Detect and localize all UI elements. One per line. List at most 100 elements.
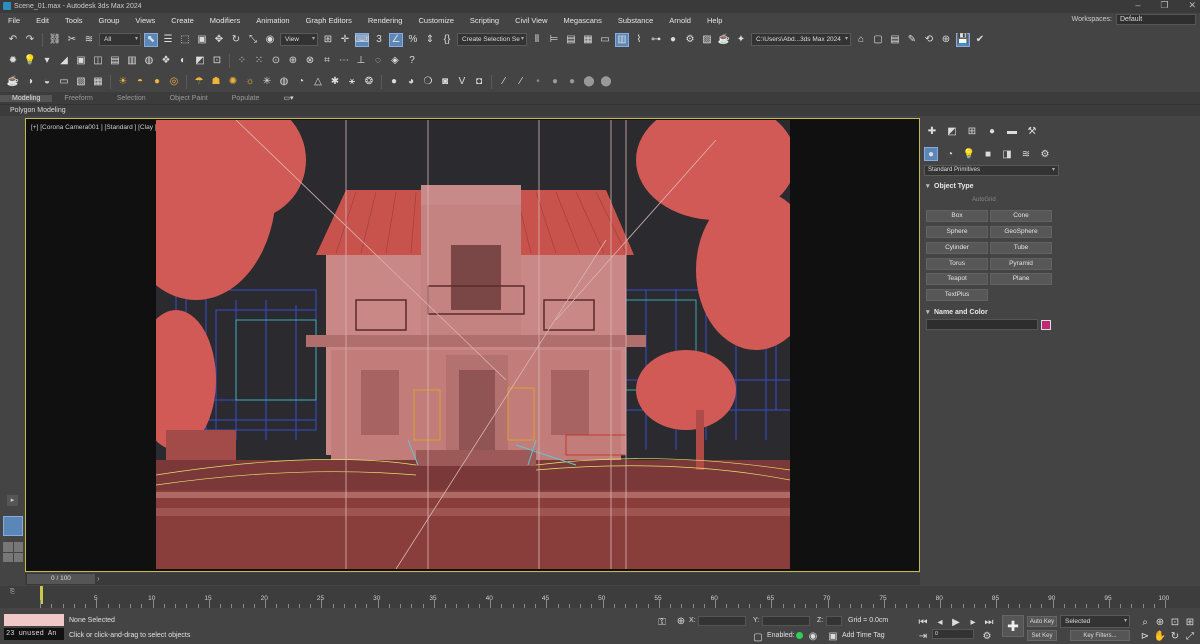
motion-tab-icon[interactable]: ● <box>985 124 999 138</box>
corona-slicer-icon[interactable]: ◔ <box>294 75 308 89</box>
render-iterative-icon[interactable]: ✦ <box>734 33 748 47</box>
maximize-icon[interactable]: ❐ <box>1160 0 1168 11</box>
menu-tools[interactable]: Tools <box>57 16 91 25</box>
redo-icon[interactable]: ↷ <box>23 33 37 47</box>
layer-icon[interactable]: ▤ <box>108 54 122 68</box>
plane-button[interactable]: Plane <box>990 273 1052 285</box>
go-to-end-icon[interactable]: ⏭ <box>982 615 996 629</box>
vray-icon[interactable]: V <box>455 75 469 89</box>
pyramid-button[interactable]: Pyramid <box>990 258 1052 270</box>
tab-modeling[interactable]: Modeling <box>0 94 53 102</box>
corona-light-icon[interactable]: ● <box>150 75 164 89</box>
next-frame-icon[interactable]: ▸ <box>966 615 980 629</box>
time-slider[interactable]: 0 / 100 <box>27 574 95 584</box>
maxscript-listener-input[interactable] <box>4 614 64 626</box>
select-scale-icon[interactable]: ⤡ <box>246 33 260 47</box>
render-elements-icon[interactable]: ▧ <box>74 75 88 89</box>
material-editor-icon[interactable]: ● <box>666 33 680 47</box>
tab-populate[interactable]: Populate <box>220 95 272 102</box>
create-tab-icon[interactable]: ✚ <box>925 124 939 138</box>
time-tag-icon[interactable]: ◉ <box>806 629 820 643</box>
link-icon[interactable]: ⛓ <box>48 33 62 47</box>
cameras-icon[interactable]: ■ <box>981 147 995 161</box>
viewport-layout-quad-icon[interactable] <box>3 542 23 562</box>
project-folder-icon[interactable]: ⌂ <box>854 33 868 47</box>
directional-light-icon[interactable]: ◢ <box>57 54 71 68</box>
align-icon[interactable]: ⊨ <box>547 33 561 47</box>
dot-xxlarge-icon[interactable]: ⬤ <box>599 75 613 89</box>
menu-scripting[interactable]: Scripting <box>462 16 507 25</box>
check-icon[interactable]: ✔ <box>973 33 987 47</box>
orbit-icon[interactable]: ↻ <box>1168 629 1182 643</box>
shapes-icon[interactable]: ◔ <box>943 147 957 161</box>
menu-group[interactable]: Group <box>91 16 128 25</box>
keyboard-shortcut-override-icon[interactable]: ⌨ <box>355 32 369 47</box>
rectangular-selection-icon[interactable]: ⬚ <box>178 33 192 47</box>
object-name-field[interactable] <box>926 319 1038 330</box>
lights-icon[interactable]: 💡 <box>962 147 976 161</box>
add-time-tag[interactable]: Add Time Tag <box>842 632 885 639</box>
trackbar-open-icon[interactable]: ⎘ <box>10 589 15 596</box>
current-frame-field[interactable]: 0 <box>932 629 974 639</box>
snap-endpoint-icon[interactable]: ◈ <box>388 54 402 68</box>
polygon-modeling-label[interactable]: Polygon Modeling <box>0 107 66 114</box>
sphere-button[interactable]: Sphere <box>926 226 988 238</box>
menu-edit[interactable]: Edit <box>28 16 57 25</box>
category-dropdown[interactable]: Standard Primitives <box>924 165 1059 176</box>
sphere-dark-icon[interactable]: ◕ <box>404 75 418 89</box>
play-icon[interactable]: ▶ <box>949 615 963 629</box>
edit-named-selection-icon[interactable]: {} <box>440 33 454 47</box>
dot-large-icon[interactable]: ● <box>565 75 579 89</box>
selection-filter-dropdown[interactable]: All <box>99 33 141 46</box>
select-manipulate-icon[interactable]: ✛ <box>338 33 352 47</box>
viewport-label[interactable]: [+] [Corona Camera001 ] [Standard ] [Cla… <box>31 124 157 131</box>
save-scene-icon[interactable]: 💾 <box>956 32 970 47</box>
tab-selection[interactable]: Selection <box>105 95 158 102</box>
close-icon[interactable]: ✕ <box>1188 0 1196 11</box>
undo-icon[interactable]: ↶ <box>6 33 20 47</box>
render-production-icon[interactable]: ☕ <box>717 33 731 47</box>
box-button[interactable]: Box <box>926 210 988 222</box>
pivot-center-icon[interactable]: ⊞ <box>321 33 335 47</box>
select-object-icon[interactable]: ⬉ <box>144 32 158 47</box>
next-frame-arrow-icon[interactable]: › <box>97 574 100 583</box>
snap-edge-icon[interactable]: ⁙ <box>252 54 266 68</box>
brush-alt-icon[interactable]: ⁄ <box>514 75 528 89</box>
render-history-icon[interactable]: ▦ <box>91 75 105 89</box>
corona-cam-icon[interactable]: ☂ <box>192 75 206 89</box>
schematic-view-icon[interactable]: ⊶ <box>649 33 663 47</box>
select-by-name-icon[interactable]: ☰ <box>161 33 175 47</box>
corona-converter-icon[interactable]: ⚹ <box>345 75 359 89</box>
snap-perp-icon[interactable]: ⊥ <box>354 54 368 68</box>
corona-bonus-icon[interactable]: △ <box>311 75 325 89</box>
toggle-scene-explorer-icon[interactable]: ▦ <box>581 33 595 47</box>
interactive-render-icon[interactable]: ◒ <box>40 75 54 89</box>
tab-freeform[interactable]: Freeform <box>52 95 104 102</box>
toggle-layer-icon[interactable]: ▤ <box>564 33 578 47</box>
render-region-icon[interactable]: ◑ <box>23 75 37 89</box>
camera-icon[interactable]: ▣ <box>74 54 88 68</box>
modify-tab-icon[interactable]: ◩ <box>945 124 959 138</box>
object-type-rollout[interactable]: Object Type <box>924 181 1055 192</box>
light-bulb-icon[interactable]: 💡 <box>23 54 37 68</box>
corona-scatter-icon[interactable]: ✺ <box>226 75 240 89</box>
named-selection-dropdown[interactable]: Create Selection Se <box>457 33 527 46</box>
corona-sun-icon[interactable]: ☀ <box>116 75 130 89</box>
cone-button[interactable]: Cone <box>990 210 1052 222</box>
reference-coordinate-dropdown[interactable]: View <box>280 33 318 46</box>
autogrid-checkbox[interactable]: AutoGrid <box>972 197 996 203</box>
z-coord-field[interactable] <box>826 616 842 626</box>
snap-grid-icon[interactable]: ⌗ <box>320 54 334 68</box>
corona-lamp-icon[interactable]: ◎ <box>167 75 181 89</box>
project-open-icon[interactable]: ▢ <box>871 33 885 47</box>
material-icon[interactable]: ◐ <box>176 54 190 68</box>
geometry-icon[interactable]: ● <box>924 147 938 161</box>
display-tab-icon[interactable]: ▬ <box>1005 124 1019 138</box>
tab-object-paint[interactable]: Object Paint <box>158 95 220 102</box>
menu-rendering[interactable]: Rendering <box>360 16 411 25</box>
distance-icon[interactable]: ⊡ <box>210 54 224 68</box>
sphere-gray-icon[interactable]: ● <box>387 75 401 89</box>
add-time-tag-icon[interactable]: ▣ <box>826 629 840 643</box>
render-setup-icon[interactable]: ⚙ <box>683 33 697 47</box>
scatter-icon[interactable]: ❖ <box>159 54 173 68</box>
